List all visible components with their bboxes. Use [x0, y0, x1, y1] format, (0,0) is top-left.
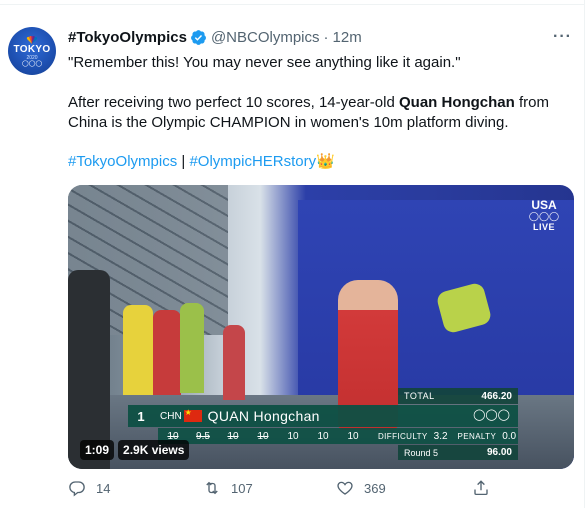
athlete-nation: CHN	[160, 410, 182, 422]
display-name[interactable]: #TokyoOlympics	[68, 29, 187, 46]
timestamp[interactable]: 12m	[333, 29, 362, 46]
china-flag-icon	[183, 408, 202, 422]
reply-button[interactable]: 14	[68, 479, 110, 497]
video-scene-person	[153, 310, 181, 395]
live-label: LIVE	[532, 222, 555, 232]
more-options-icon[interactable]: ···	[553, 28, 572, 46]
like-button[interactable]: 369	[336, 479, 386, 497]
judge-score: 10	[257, 430, 269, 442]
difficulty-value: 3.2	[433, 430, 448, 442]
athlete-rank: 1	[137, 408, 145, 424]
tweet-hashtags: #TokyoOlympics | #OlympicHERstory👑	[68, 152, 568, 172]
separator-dot: ·	[323, 28, 329, 46]
hashtag-tokyo-olympics[interactable]: #TokyoOlympics	[68, 153, 177, 170]
hashtag-olympic-herstory[interactable]: #OlympicHERstory	[189, 153, 316, 170]
user-handle[interactable]: @NBCOlympics	[211, 29, 320, 46]
scoreboard-round: Round 5 96.00	[398, 445, 518, 460]
retweet-count: 107	[231, 480, 253, 496]
avatar-olympic-rings-icon: ◯◯◯	[21, 60, 43, 67]
olympic-rings-icon: ◯◯◯	[473, 409, 510, 421]
video-player[interactable]: USA ◯◯◯ LIVE TOTAL 466.20 1 CHN QUAN Hon…	[68, 185, 574, 469]
tweet-text-body-start: After receiving two perfect 10 scores, 1…	[68, 94, 399, 111]
avatar[interactable]: TOKYO 2020 ◯◯◯	[8, 27, 56, 75]
network-logo: USA ◯◯◯ LIVE	[528, 199, 560, 233]
difficulty-label: DIFFICULTY	[378, 431, 428, 441]
judge-score: 10	[317, 430, 329, 442]
video-meta: 1:09 2.9K views	[80, 440, 190, 460]
round-label: Round 5	[404, 447, 439, 458]
network-logo-text: USA	[531, 198, 557, 212]
nbc-peacock-icon	[26, 35, 38, 44]
video-views: 2.9K views	[118, 440, 190, 460]
total-label: TOTAL	[404, 391, 435, 401]
tweet-text-athlete-name: Quan Hongchan	[398, 94, 515, 111]
share-icon	[474, 480, 488, 496]
judge-score: 10	[347, 430, 359, 442]
video-duration: 1:09	[80, 440, 115, 460]
judge-score: 9.5	[196, 430, 210, 442]
network-olympic-rings-icon: ◯◯◯	[528, 211, 560, 221]
video-scene-person	[180, 303, 204, 393]
hashtag-separator: |	[177, 153, 190, 170]
athlete-name: QUAN Hongchan	[207, 408, 320, 424]
reply-count: 14	[96, 480, 111, 496]
verified-badge-icon	[191, 29, 206, 45]
avatar-wordmark: TOKYO	[13, 43, 51, 55]
crown-emoji-icon: 👑	[316, 153, 335, 170]
penalty-label: PENALTY	[457, 431, 497, 441]
round-value: 96.00	[486, 447, 512, 458]
retweet-button[interactable]: 107	[203, 479, 253, 497]
scoreboard-judges-row: 10 9.5 10 10 10 10 10 DIFFICULTY 3.2 PEN…	[158, 428, 518, 444]
retweet-icon	[206, 481, 218, 495]
tweet[interactable]: TOKYO 2020 ◯◯◯ #TokyoOlympics @NBCOlympi…	[0, 0, 584, 503]
scoreboard-athlete-row: 1 CHN QUAN Hongchan ◯◯◯	[128, 405, 518, 427]
judge-score: 10	[227, 430, 239, 442]
penalty-value: 0.0	[502, 430, 517, 442]
tweet-text-body: After receiving two perfect 10 scores, 1…	[68, 93, 568, 133]
heart-icon	[337, 481, 353, 495]
tweet-header: #TokyoOlympics @NBCOlympics · 12m	[68, 27, 362, 47]
share-button[interactable]	[472, 479, 490, 497]
reply-icon	[69, 481, 85, 497]
like-count: 369	[364, 480, 386, 496]
total-value: 466.20	[481, 390, 512, 402]
tweet-text-quote: "Remember this! You may never see anythi…	[68, 54, 461, 71]
tweet-actions: 14 107 369	[68, 478, 498, 498]
scoreboard-total: TOTAL 466.20	[398, 388, 518, 404]
judge-score: 10	[287, 430, 299, 442]
video-scene-person	[123, 305, 153, 395]
